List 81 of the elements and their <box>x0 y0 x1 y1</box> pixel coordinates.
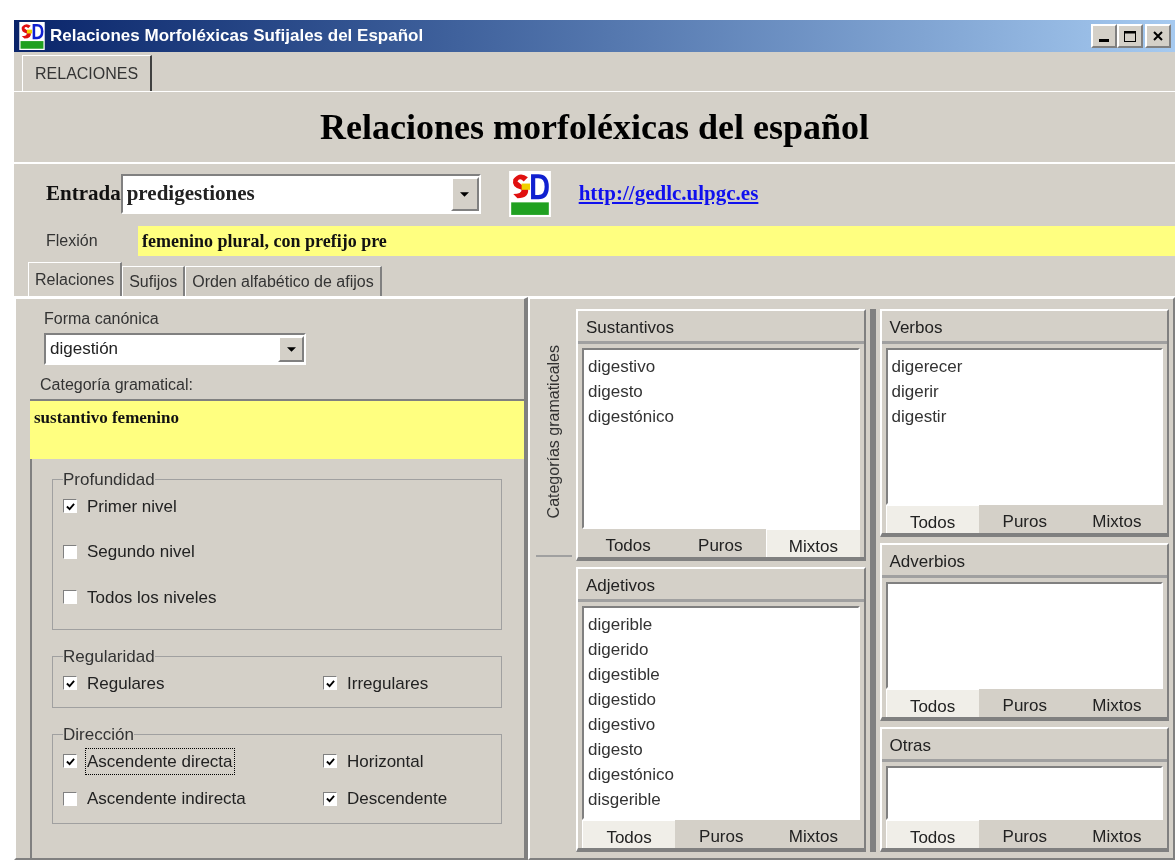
forma-canonica-combobox[interactable]: digestión <box>44 333 306 365</box>
categoria-label: Categoría gramatical: <box>40 376 193 393</box>
checkbox[interactable] <box>323 754 337 769</box>
filter-tab[interactable]: Todos <box>885 820 979 848</box>
forma-canonica-label: Forma canónica <box>44 310 159 327</box>
window-title: Relaciones Morfoléxicas Sufijales del Español <box>50 25 424 48</box>
tab[interactable]: Relaciones <box>28 262 123 296</box>
checkbox-label: Ascendente indirecta <box>86 788 247 810</box>
entrada-label: Entrada <box>46 180 121 208</box>
checkbox-label: Ascendente directa <box>85 747 235 775</box>
minimize-button[interactable] <box>1091 24 1117 48</box>
checkbox[interactable] <box>63 590 77 605</box>
checkbox-label: Descendente <box>346 788 449 810</box>
logo-icon <box>18 22 46 50</box>
check-icon <box>325 794 335 804</box>
checkbox[interactable] <box>63 499 77 514</box>
group-title: Regularidad <box>63 646 155 668</box>
maximize-icon <box>1124 30 1136 42</box>
check-icon <box>325 678 335 688</box>
panel-title: Adjetivos <box>586 576 655 595</box>
list-item[interactable]: digerible <box>588 611 854 637</box>
list-item[interactable]: digestivo <box>588 711 854 737</box>
checkbox[interactable] <box>63 676 77 691</box>
checkbox-label: Todos los niveles <box>86 586 218 609</box>
page-heading: Relaciones morfoléxicas del español <box>320 106 869 149</box>
word-list[interactable]: digerecer digerir digestir <box>885 347 1163 505</box>
combobox-value: predigestiones <box>125 180 256 208</box>
list-item[interactable]: disgerible <box>588 786 854 812</box>
maximize-button[interactable] <box>1117 24 1143 48</box>
categoria-field: sustantivo femenino <box>30 399 524 459</box>
word-list[interactable]: digerible digerido digestible digestido digestivo digesto digestónico disgerible <box>582 605 860 820</box>
check-icon <box>65 756 75 766</box>
close-button[interactable] <box>1145 24 1171 48</box>
list-item[interactable]: digesto <box>588 736 854 762</box>
panel-title: Otras <box>889 736 932 755</box>
checkbox[interactable] <box>63 754 77 769</box>
flexion-label: Flexión <box>46 231 99 251</box>
panel-title: Verbos <box>889 318 943 337</box>
list-item[interactable]: digestido <box>588 686 854 712</box>
tab[interactable]: Sufijos <box>122 266 186 296</box>
group-title: Dirección <box>63 724 134 746</box>
checkbox-label: Regulares <box>86 672 166 695</box>
entrada-combobox[interactable]: predigestiones <box>120 174 481 214</box>
list-item[interactable]: digestivo <box>588 353 854 379</box>
list-item[interactable]: digestónico <box>588 761 854 787</box>
logo-icon <box>508 171 551 217</box>
panel-title: Adverbios <box>889 552 966 571</box>
check-icon <box>325 756 335 766</box>
list-item[interactable]: digerido <box>588 636 854 662</box>
check-icon <box>65 678 75 688</box>
filter-tab[interactable]: Todos <box>582 820 676 848</box>
top-tab[interactable]: RELACIONES <box>22 55 153 91</box>
checkbox[interactable] <box>63 791 77 806</box>
filter-tab[interactable]: Todos <box>885 689 979 717</box>
checkbox[interactable] <box>323 791 337 806</box>
list-item[interactable]: digerecer <box>891 353 1157 379</box>
word-list[interactable] <box>885 581 1163 689</box>
check-icon <box>65 501 75 511</box>
filter-tab[interactable]: Todos <box>885 505 979 533</box>
checkbox-label: Irregulares <box>346 672 430 695</box>
minimize-icon <box>1099 39 1109 42</box>
close-icon <box>1153 31 1163 41</box>
flexion-field: femenino plural, con prefijo pre <box>138 226 1175 256</box>
checkbox[interactable] <box>63 544 77 559</box>
tab[interactable]: Orden alfabético de afijos <box>185 266 382 296</box>
word-list[interactable] <box>885 765 1163 820</box>
list-item[interactable]: digerir <box>891 378 1157 404</box>
filter-tab[interactable]: Mixtos <box>766 529 860 557</box>
list-item[interactable]: digesto <box>588 378 854 404</box>
website-link[interactable]: http://gedlc.ulpgc.es <box>578 178 759 210</box>
word-list[interactable]: digestivo digesto digestónico <box>582 347 860 529</box>
checkbox-label: Segundo nivel <box>86 541 196 563</box>
checkbox-label: Horizontal <box>346 750 425 773</box>
list-item[interactable]: digestir <box>891 403 1157 429</box>
panel-title: Sustantivos <box>586 318 674 337</box>
list-item[interactable]: digestónico <box>588 403 854 429</box>
combobox-value: digestión <box>49 338 120 361</box>
checkbox-label: Primer nivel <box>86 495 178 518</box>
group-title: Profundidad <box>63 469 155 491</box>
checkbox[interactable] <box>323 676 337 691</box>
list-item[interactable]: digestible <box>588 661 854 687</box>
